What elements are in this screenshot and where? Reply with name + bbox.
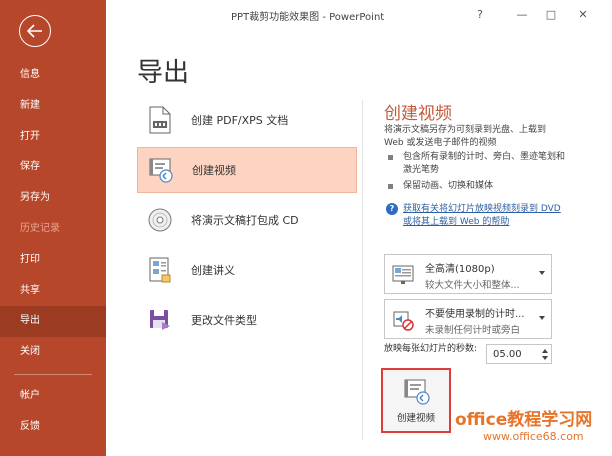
presentation-quality-icon [389,261,417,289]
quality-dropdown-desc: 较大文件大小和整体... [425,280,520,291]
title-bar: PPT裁剪功能效果图 - PowerPoint ? — □ ✕ [106,0,612,28]
export-option-label: 创建视频 [192,164,236,177]
timing-dropdown-value: 不要使用录制的计时... [425,309,525,320]
chevron-down-icon [539,316,545,320]
export-option-label: 创建 PDF/XPS 文档 [191,114,289,127]
chevron-down-icon [539,271,545,275]
no-narration-icon [389,306,417,334]
video-icon [144,153,178,187]
sidebar-item-feedback[interactable]: 反馈 [0,412,106,443]
feature-bullets: 包含所有录制的计时、旁白、墨迹笔划和激光笔势 保留动画、切换和媒体 [386,151,566,196]
create-video-button[interactable]: 创建视频 [381,368,451,433]
help-link[interactable]: ? 获取有关将幻灯片放映视频刻录到 DVD 或将其上载到 Web 的帮助 [386,203,571,229]
export-option-label: 更改文件类型 [191,314,257,327]
watermark-url: www.office68.com [483,430,584,443]
help-link-text: 获取有关将幻灯片放映视频刻录到 DVD 或将其上载到 Web 的帮助 [403,204,561,227]
backstage-sidebar: 信息 新建 打开 保存 另存为 历史记录 打印 共享 导出 关闭 帐户 反馈 [0,0,106,456]
timing-dropdown-desc: 未录制任何计时或旁白 [425,325,521,336]
export-option-handouts[interactable]: 创建讲义 [137,247,357,293]
sidebar-item-new[interactable]: 新建 [0,91,106,122]
seconds-per-slide-stepper[interactable] [486,344,552,364]
panel-divider [362,100,363,440]
stepper-up-icon[interactable] [542,349,548,353]
bullet-item: 保留动画、切换和媒体 [386,180,566,193]
seconds-per-slide-label: 放映每张幻灯片的秒数: [384,344,478,354]
quality-dropdown-value: 全高清(1080p) [425,264,495,275]
sidebar-item-close[interactable]: 关闭 [0,337,106,368]
export-option-label: 创建讲义 [191,264,235,277]
sidebar-item-history[interactable]: 历史记录 [0,214,106,245]
quality-dropdown[interactable]: 全高清(1080p) 较大文件大小和整体... [384,254,552,294]
save-file-type-icon [143,303,177,337]
timing-dropdown[interactable]: 不要使用录制的计时... 未录制任何计时或旁白 [384,299,552,339]
panel-description: 将演示文稿另存为可刻录到光盘、上载到 Web 或发送电子邮件的视频 [384,125,547,148]
export-option-label: 将演示文稿打包成 CD [191,214,299,227]
create-video-button-label: 创建视频 [396,413,435,424]
stepper-down-icon[interactable] [542,356,548,360]
minimize-button[interactable]: — [509,4,535,24]
sidebar-item-open[interactable]: 打开 [0,122,106,153]
sidebar-item-account[interactable]: 帐户 [0,381,106,412]
cd-icon [143,203,177,237]
export-options-list: 创建 PDF/XPS 文档 创建视频 将演示文稿打包成 CD 创建讲义 更改文件… [137,97,357,347]
sidebar-item-share[interactable]: 共享 [0,276,106,307]
sidebar-item-save[interactable]: 保存 [0,152,106,183]
back-button[interactable] [19,15,51,47]
sidebar-divider [14,373,92,375]
help-button[interactable]: ? [467,4,493,24]
sidebar-menu: 信息 新建 打开 保存 另存为 历史记录 打印 共享 导出 关闭 帐户 反馈 [0,60,106,443]
window-title: PPT裁剪功能效果图 - PowerPoint [231,12,385,23]
close-button[interactable]: ✕ [570,4,596,24]
export-option-change-file-type[interactable]: 更改文件类型 [137,297,357,343]
bullet-item: 包含所有录制的计时、旁白、墨迹笔划和激光笔势 [386,151,566,177]
sidebar-item-print[interactable]: 打印 [0,245,106,276]
arrow-left-icon [27,24,42,38]
watermark-title: office教程学习网 [455,410,593,430]
help-icon: ? [386,203,398,215]
panel-title: 创建视频 [384,104,452,124]
handout-icon [143,253,177,287]
page-title: 导出 [137,58,190,88]
seconds-per-slide-input[interactable] [487,345,539,363]
export-option-pdf[interactable]: 创建 PDF/XPS 文档 [137,97,357,143]
sidebar-item-export[interactable]: 导出 [0,306,106,338]
restore-button[interactable]: □ [538,4,564,24]
export-option-video[interactable]: 创建视频 [137,147,357,193]
pdf-document-icon [143,103,177,137]
video-icon [404,379,430,405]
sidebar-item-save-as[interactable]: 另存为 [0,183,106,214]
export-option-package-cd[interactable]: 将演示文稿打包成 CD [137,197,357,243]
sidebar-item-info[interactable]: 信息 [0,60,106,91]
